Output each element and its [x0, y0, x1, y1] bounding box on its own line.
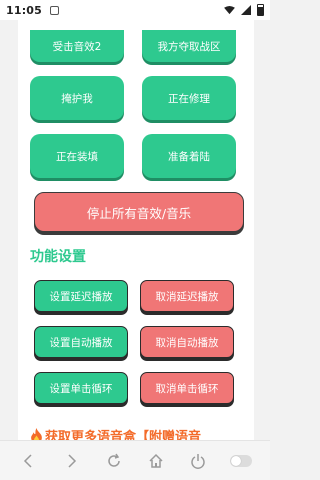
settings-title: 功能设置: [30, 249, 86, 265]
sound-button[interactable]: 我方夺取战区: [142, 30, 236, 62]
promo-link[interactable]: 获取更多语音盒【附赠语音: [30, 426, 201, 440]
power-button[interactable]: [187, 450, 209, 472]
stop-all-button[interactable]: 停止所有音效/音乐: [34, 192, 244, 232]
sound-button[interactable]: 正在修理: [142, 76, 236, 120]
signal-icon: [241, 5, 251, 15]
forward-icon: [68, 453, 77, 468]
sound-button[interactable]: 掩护我: [30, 76, 124, 120]
home-button[interactable]: [145, 450, 167, 472]
main-content[interactable]: 受击音效2 我方夺取战区 掩护我 正在修理 正在装填 准备着陆 停止所有音效/音…: [18, 20, 254, 440]
power-icon: [191, 453, 206, 469]
cancel-delay-play-button[interactable]: 取消延迟播放: [140, 280, 234, 312]
status-bar: 11:05: [0, 0, 270, 20]
home-icon: [149, 453, 163, 468]
cancel-click-loop-button[interactable]: 取消单击循环: [140, 372, 234, 404]
settings-button-grid: 设置延迟播放 取消延迟播放 设置自动播放 取消自动播放 设置单击循环 取消单击循…: [34, 280, 240, 404]
back-button[interactable]: [18, 450, 40, 472]
set-delay-play-button[interactable]: 设置延迟播放: [34, 280, 128, 312]
fire-icon: [31, 428, 42, 440]
promo-text: 获取更多语音盒【附赠语音: [45, 430, 202, 440]
toggle-switch[interactable]: [229, 454, 252, 467]
sound-button-grid: 受击音效2 我方夺取战区 掩护我 正在修理 正在装填 准备着陆: [30, 30, 242, 178]
browser-nav-bar: [0, 440, 270, 480]
wifi-icon: [224, 5, 235, 14]
status-time: 11:05: [6, 3, 43, 17]
refresh-button[interactable]: [103, 450, 125, 472]
battery-icon: [257, 4, 264, 16]
set-auto-play-button[interactable]: 设置自动播放: [34, 326, 128, 358]
notification-icon: [50, 5, 60, 15]
mode-toggle[interactable]: [229, 450, 252, 472]
sound-button[interactable]: 受击音效2: [30, 30, 124, 62]
sound-button[interactable]: 准备着陆: [142, 134, 236, 178]
sound-button[interactable]: 正在装填: [30, 134, 124, 178]
set-click-loop-button[interactable]: 设置单击循环: [34, 372, 128, 404]
refresh-icon: [108, 453, 120, 467]
back-icon: [24, 453, 32, 468]
forward-button[interactable]: [60, 450, 82, 472]
cancel-auto-play-button[interactable]: 取消自动播放: [140, 326, 234, 358]
